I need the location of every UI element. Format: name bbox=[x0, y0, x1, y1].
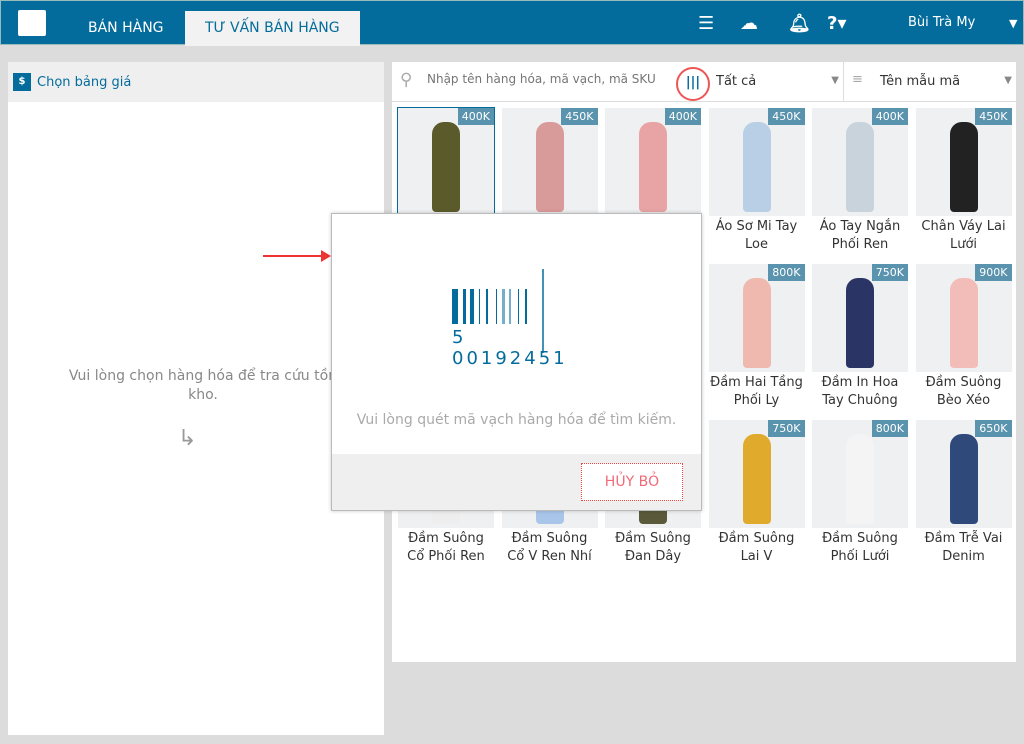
cloud-sync-icon[interactable]: ☁ bbox=[740, 13, 758, 34]
stock-panel: $ Chọn bảng giá Vui lòng chọn hàng hóa để… bbox=[8, 62, 384, 735]
product-image: 650K bbox=[915, 420, 1012, 528]
price-list-label: Chọn bảng giá bbox=[37, 74, 132, 90]
product-name: Đầm Suông Đan Dây bbox=[615, 531, 691, 564]
product-image: 450K bbox=[708, 108, 805, 216]
product-name: Đầm In Hoa Tay Chuông bbox=[821, 375, 899, 408]
help-icon[interactable]: ?▾ bbox=[827, 13, 846, 34]
product-image: 800K bbox=[708, 264, 805, 372]
price-badge: 450K bbox=[561, 108, 598, 125]
product-name: Đầm Hai Tầng Phối Ly bbox=[710, 375, 803, 408]
search-icon: ⚲ bbox=[400, 70, 413, 90]
product-name: Áo Sơ Mi Tay Loe bbox=[715, 219, 798, 252]
chevron-down-icon: ▼ bbox=[831, 75, 839, 86]
barcode-number: 5 00192451 bbox=[452, 327, 568, 369]
product-image: 400K bbox=[605, 108, 701, 216]
search-input[interactable] bbox=[427, 72, 662, 86]
product-tile[interactable]: 750K Đầm In Hoa Tay Chuông bbox=[812, 264, 908, 414]
product-name: Đầm Suông Lai V bbox=[718, 531, 795, 564]
product-image: 800K bbox=[812, 420, 908, 528]
product-tile[interactable]: 450K Chân Váy Lai Lưới bbox=[915, 108, 1012, 258]
top-bar: BÁN HÀNG TƯ VẤN BÁN HÀNG ☰ ☁ 🔔︎ ?▾ Bùi T… bbox=[0, 0, 1024, 46]
product-name: Đầm Suông Phối Lưới bbox=[822, 531, 898, 564]
product-name: Áo Tay Ngắn Phối Ren bbox=[819, 219, 901, 252]
product-tile[interactable]: 400K Áo Tay Ngắn Phối Ren bbox=[812, 108, 908, 258]
category-dropdown[interactable]: Tất cả ▼ bbox=[714, 62, 844, 102]
price-badge: 800K bbox=[871, 420, 908, 437]
product-image: 750K bbox=[812, 264, 908, 372]
stock-message: Vui lòng chọn hàng hóa để tra cứu tồn kh… bbox=[68, 368, 338, 403]
price-badge: 400K bbox=[457, 108, 494, 125]
search-bar: ⚲ ||| Tất cả ▼ ≡ Tên mẫu mã ▼ bbox=[392, 62, 1016, 102]
tab-ban-hang[interactable]: BÁN HÀNG bbox=[68, 11, 184, 46]
bell-icon[interactable]: 🔔︎ bbox=[788, 13, 811, 34]
product-tile[interactable]: 900K Đầm Suông Bèo Xéo bbox=[915, 264, 1012, 414]
category-value: Tất cả bbox=[716, 74, 757, 89]
sort-value: Tên mẫu mã bbox=[880, 74, 961, 89]
product-image: 900K bbox=[915, 264, 1012, 372]
menu-icon[interactable]: ☰ bbox=[698, 13, 714, 34]
product-image: 400K bbox=[812, 108, 908, 216]
product-name: Đầm Suông Cổ V Ren Nhí bbox=[507, 531, 592, 564]
price-badge: 400K bbox=[871, 108, 908, 125]
price-badge: 400K bbox=[664, 108, 701, 125]
product-tile[interactable]: 650K Đầm Trễ Vai Denim bbox=[915, 420, 1012, 570]
turn-arrow-icon: ↳ bbox=[178, 426, 197, 451]
product-tile[interactable]: 800K Đầm Hai Tầng Phối Ly bbox=[708, 264, 805, 414]
sort-icon: ≡ bbox=[852, 72, 863, 87]
tab-tu-van-ban-hang[interactable]: TƯ VẤN BÁN HÀNG bbox=[185, 11, 360, 46]
price-badge: 450K bbox=[768, 108, 805, 125]
product-name: Đầm Suông Cổ Phối Ren bbox=[407, 531, 485, 564]
product-tile[interactable]: 800K Đầm Suông Phối Lưới bbox=[812, 420, 908, 570]
product-tile[interactable]: 450K Áo Sơ Mi Tay Loe bbox=[708, 108, 805, 258]
price-list-icon: $ bbox=[13, 73, 31, 91]
product-name: Chân Váy Lai Lưới bbox=[921, 219, 1006, 252]
product-tile[interactable]: 750K Đầm Suông Lai V bbox=[708, 420, 805, 570]
product-image: 400K bbox=[398, 108, 494, 216]
sort-dropdown[interactable]: ≡ Tên mẫu mã ▼ bbox=[846, 62, 1016, 102]
price-badge: 650K bbox=[975, 420, 1012, 437]
product-name: Đầm Trễ Vai Denim bbox=[924, 531, 1003, 564]
cancel-button[interactable]: HỦY BỎ bbox=[581, 463, 683, 501]
price-badge: 450K bbox=[975, 108, 1012, 125]
product-name: Đầm Suông Bèo Xéo bbox=[925, 375, 1002, 408]
user-menu[interactable]: Bùi Trà My bbox=[908, 15, 975, 30]
price-badge: 800K bbox=[768, 264, 805, 281]
barcode-scan-dialog: 5 00192451 Vui lòng quét mã vạch hàng hó… bbox=[331, 213, 702, 511]
price-list-selector[interactable]: $ Chọn bảng giá bbox=[8, 62, 384, 102]
price-badge: 900K bbox=[975, 264, 1012, 281]
dialog-footer: HỦY BỎ bbox=[332, 454, 701, 510]
price-badge: 750K bbox=[768, 420, 805, 437]
product-image: 450K bbox=[501, 108, 598, 216]
product-image: 450K bbox=[915, 108, 1012, 216]
chevron-down-icon: ▼ bbox=[1004, 75, 1012, 86]
chevron-down-icon[interactable]: ▼ bbox=[1009, 17, 1017, 30]
barcode-scan-icon[interactable]: ||| bbox=[676, 67, 710, 101]
scan-message: Vui lòng quét mã vạch hàng hóa để tìm ki… bbox=[356, 412, 677, 428]
product-image: 750K bbox=[708, 420, 805, 528]
price-badge: 750K bbox=[871, 264, 908, 281]
app-logo[interactable] bbox=[18, 10, 46, 36]
pointer-arrow bbox=[263, 250, 331, 262]
